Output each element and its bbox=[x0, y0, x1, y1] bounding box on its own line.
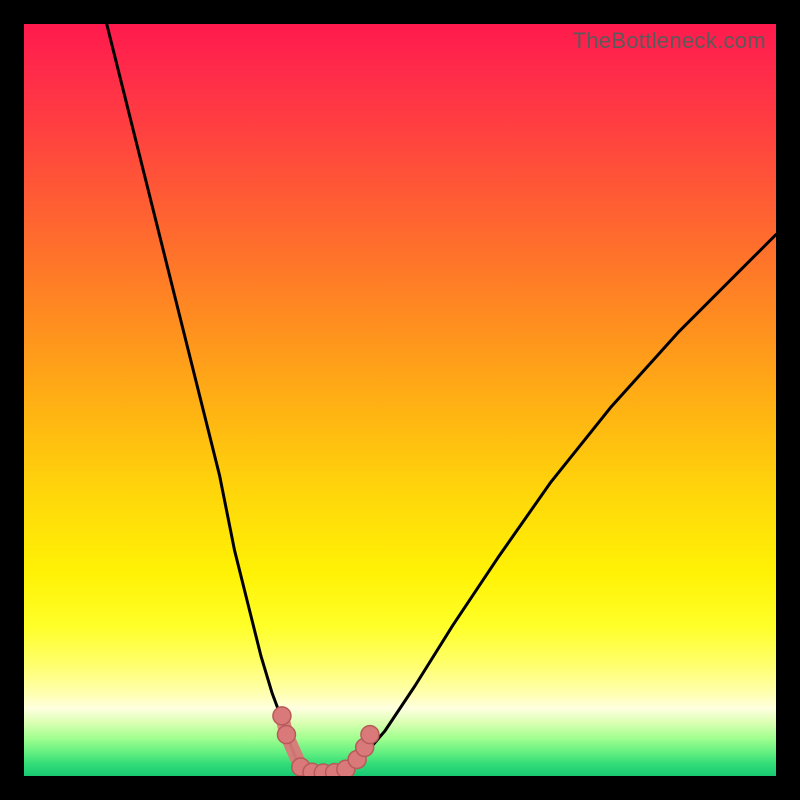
data-marker bbox=[273, 707, 291, 725]
bottleneck-curve bbox=[107, 24, 776, 775]
curve-layer bbox=[24, 24, 776, 776]
data-marker bbox=[361, 726, 379, 744]
data-marker bbox=[277, 726, 295, 744]
plot-area: TheBottleneck.com bbox=[24, 24, 776, 776]
outer-frame: TheBottleneck.com bbox=[0, 0, 800, 800]
watermark-label: TheBottleneck.com bbox=[573, 28, 766, 54]
